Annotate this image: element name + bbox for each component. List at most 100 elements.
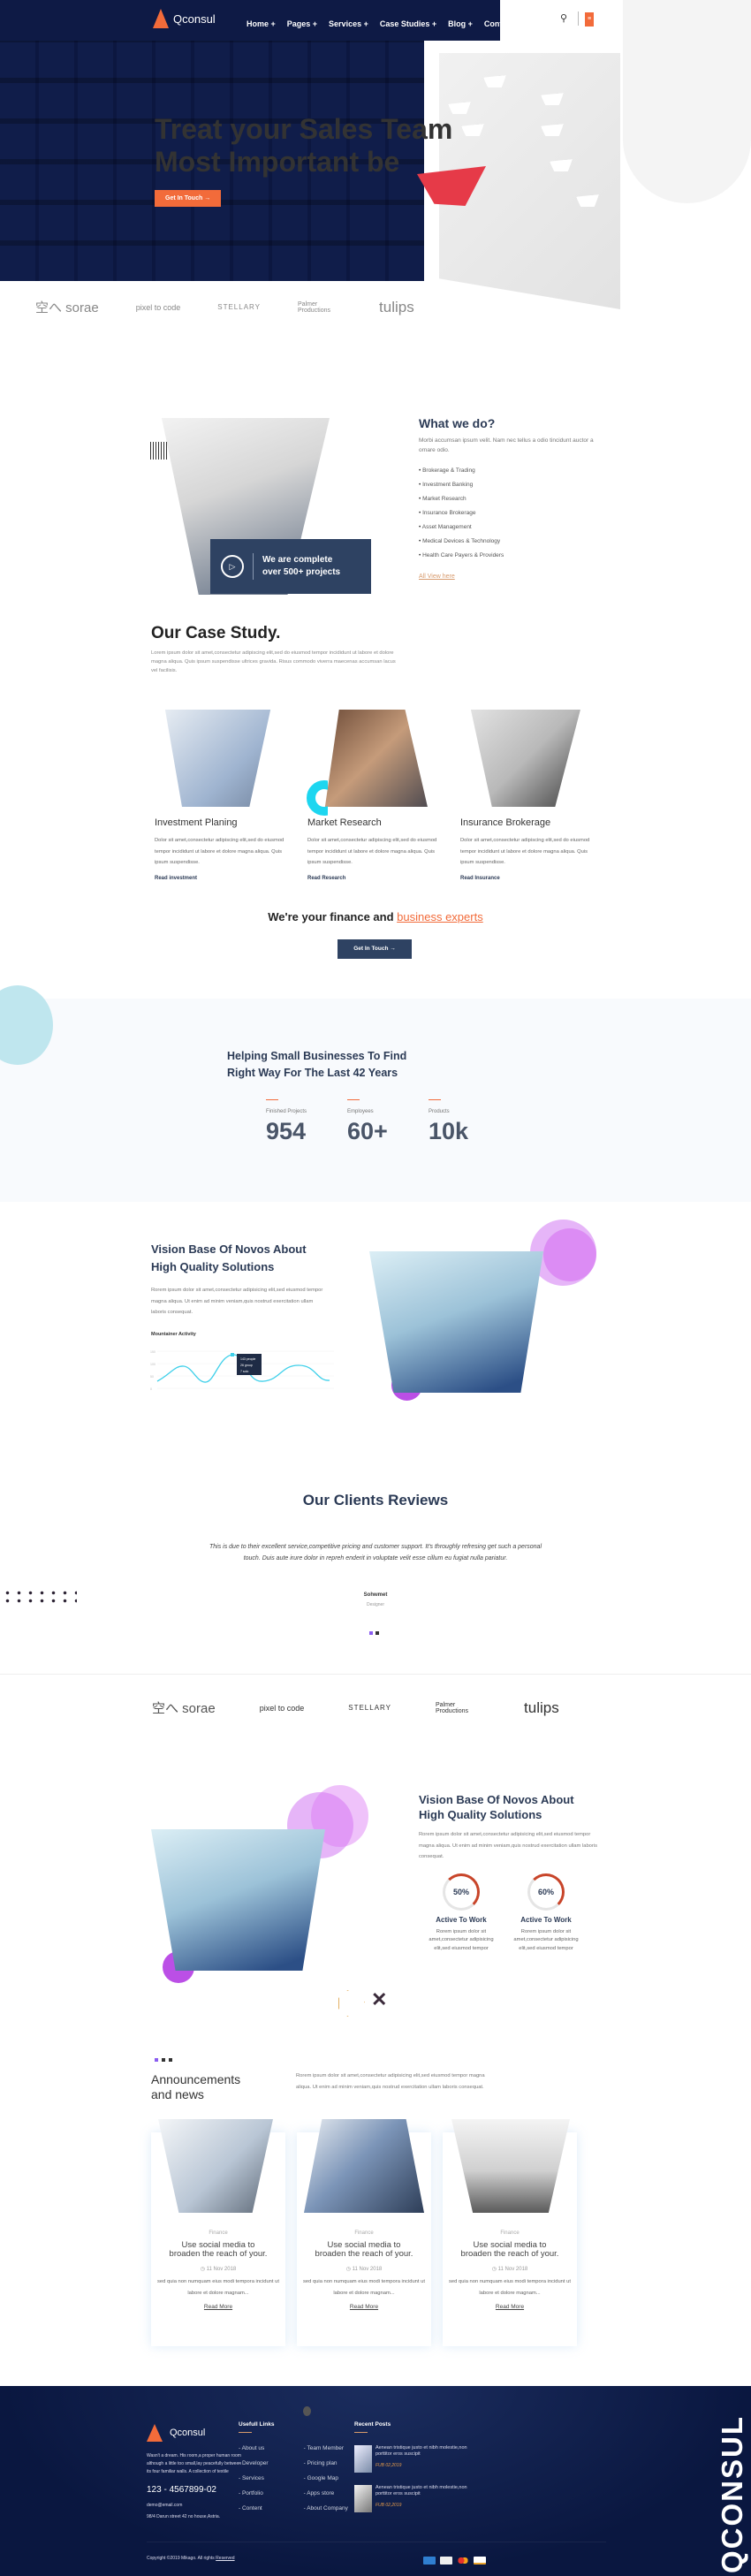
read-research-link[interactable]: Read Research (307, 876, 441, 881)
footer-link[interactable]: - Services (239, 2475, 269, 2481)
partner-logo-palmer: Palmer Productions (436, 1701, 468, 1714)
case-text: Dolor sit amet,consectetur adipiscing el… (460, 838, 590, 865)
news-excerpt: sed quia non numquam eius modi tempora i… (303, 2279, 425, 2296)
visa-icon (474, 2557, 486, 2565)
pagination-dot[interactable] (376, 1631, 379, 1635)
footer-link[interactable]: - Developer (239, 2460, 269, 2466)
all-view-link[interactable]: All View here (419, 574, 455, 580)
business-experts-link[interactable]: business experts (397, 910, 483, 923)
stat-value: 954 (266, 1118, 307, 1144)
post-title: Aenean tristique justo et nibh molestie,… (375, 2485, 467, 2496)
cta-heading: We're your finance and business experts (268, 910, 483, 923)
cta-get-in-touch-button[interactable]: Get In Touch → (338, 939, 412, 959)
payment-icons (423, 2553, 490, 2569)
case-study-title: Our Case Study. (151, 624, 281, 642)
recent-post[interactable]: Aenean tristique justo et nibh molestie,… (354, 2485, 474, 2512)
get-in-touch-button[interactable]: Get In Touch → (155, 190, 222, 207)
y-tick: 150 (150, 1350, 156, 1354)
news-title: Announcements and news (151, 2072, 241, 2101)
footer-link[interactable]: - Google Map (304, 2475, 348, 2481)
partner-logo-pixel-to-code: pixel to code (135, 302, 181, 312)
case-card: Insurance Brokerage Dolor sit amet,consec… (457, 710, 597, 881)
news-cards: Finance Use social media to broaden the r… (151, 2119, 577, 2346)
decor-dot (303, 2406, 311, 2416)
partner-logo-palmer: Palmer Productions (298, 300, 330, 314)
partner-logo-stellary: STELLARY (217, 303, 262, 311)
vision2-title: Vision Base Of Novos About High Quality S… (419, 1793, 574, 1821)
nav-home[interactable]: Home + (247, 19, 276, 28)
footer-link[interactable]: - Apps store (304, 2490, 348, 2496)
reviewer-role: Designer (366, 1602, 384, 1607)
read-more-link[interactable]: Read More (151, 2304, 285, 2310)
footer-link[interactable]: - Pricing plan (304, 2460, 348, 2466)
news-date: ◷ 11 Nov 2018 (491, 2267, 528, 2272)
recent-posts: Recent Posts Aenean tristique justo et n… (354, 2421, 474, 2512)
post-date: FUB 02,2019 (375, 2503, 402, 2508)
vision-content: Vision Base Of Novos About High Quality S… (151, 1241, 328, 1337)
read-more-link[interactable]: Read More (297, 2304, 431, 2310)
news-card: Finance Use social media to broaden the r… (443, 2119, 577, 2346)
partner-logos-bottom: 空へ sorae pixel to code STELLARY Palmer P… (152, 1698, 559, 1717)
main-nav: Home + Pages + Services + Case Studies + Blo… (247, 15, 525, 31)
footer-link[interactable]: - About Company (304, 2505, 348, 2511)
progress-ring: 50% (443, 1873, 480, 1911)
play-icon[interactable]: ▷ (221, 555, 244, 578)
post-thumbnail (354, 2445, 372, 2473)
news-card: Finance Use social media to broaden the r… (151, 2119, 285, 2346)
read-insurance-link[interactable]: Read Insurance (460, 876, 594, 881)
news-image (158, 2119, 273, 2213)
y-tick: 100 (150, 1363, 156, 1366)
mastercard-icon (457, 2557, 469, 2565)
decor-stripes (150, 442, 168, 460)
hero-title: Treat your Sales Team Most Important be (155, 113, 453, 178)
case-title: Investment Planing (155, 817, 238, 828)
read-investment-link[interactable]: Read investment (155, 876, 288, 881)
search-icon[interactable]: ⚲ (560, 12, 567, 24)
decor-dots (2, 1589, 77, 1607)
nav-services[interactable]: Services + (329, 19, 368, 28)
nav-blog[interactable]: Blog + (448, 19, 473, 28)
pagination-dot-active[interactable] (369, 1631, 373, 1635)
case-title: Market Research (307, 817, 382, 828)
stat-item: Employees 60+ (347, 1099, 390, 1145)
service-item: Health Care Payers & Providers (419, 552, 595, 559)
decor-x-icon: ✕ (371, 1988, 388, 2010)
news-headline[interactable]: Use social media to broaden the reach of… (313, 2241, 415, 2259)
news-headline[interactable]: Use social media to broaden the reach of… (167, 2241, 269, 2259)
partner-logo-stellary: STELLARY (348, 1704, 392, 1712)
news-intro: Rorem ipsum dolor sit amet,consectetur a… (296, 2073, 485, 2090)
progress-item: 60% Active To Work Rorem ipsum dolor sit… (504, 1873, 588, 1954)
decorative-shape (623, 0, 751, 203)
nav-case-studies[interactable]: Case Studies + (380, 19, 436, 28)
footer-link[interactable]: - Portfolio (239, 2490, 269, 2496)
reserved-link[interactable]: Reserved (216, 2556, 234, 2561)
discover-icon (440, 2557, 452, 2565)
review-quote: This is due to their excellent service,c… (209, 1544, 542, 1562)
service-item: Asset Management (419, 524, 595, 530)
what-we-do-text: Morbi accumsan ipsum velit. Nam nec tell… (419, 437, 594, 453)
read-more-link[interactable]: Read More (443, 2304, 577, 2310)
stat-item: Finished Projects 954 (266, 1099, 308, 1145)
divider (578, 11, 579, 26)
news-headline[interactable]: Use social media to broaden the reach of… (459, 2241, 561, 2259)
footer-link[interactable]: - Content (239, 2505, 269, 2511)
brand-logo[interactable]: Qconsul (153, 9, 216, 28)
post-title: Aenean tristique justo et nibh molestie,… (375, 2445, 467, 2457)
partner-logo-sorae: 空へ sorae (152, 1701, 216, 1716)
recent-post[interactable]: Aenean tristique justo et nibh molestie,… (354, 2445, 474, 2473)
y-tick: 0 (150, 1387, 152, 1391)
decor-squares (155, 2058, 172, 2062)
hamburger-icon[interactable]: ≡ (585, 12, 594, 27)
case-image (470, 710, 580, 807)
footer-link[interactable]: - About us (239, 2445, 269, 2451)
reviews-title: Our Clients Reviews (302, 1492, 449, 1508)
case-title: Insurance Brokerage (460, 817, 551, 828)
footer-email[interactable]: demo@email.com (147, 2503, 244, 2508)
footer-link[interactable]: - Team Member (304, 2445, 348, 2451)
stat-value: 10k (429, 1118, 469, 1144)
service-item: Market Research (419, 496, 595, 502)
case-text: Dolor sit amet,consectetur adipiscing el… (307, 838, 437, 865)
stat-item: Products 10k (429, 1099, 471, 1145)
nav-contact[interactable]: Contact (484, 19, 514, 28)
nav-pages[interactable]: Pages + (287, 19, 317, 28)
